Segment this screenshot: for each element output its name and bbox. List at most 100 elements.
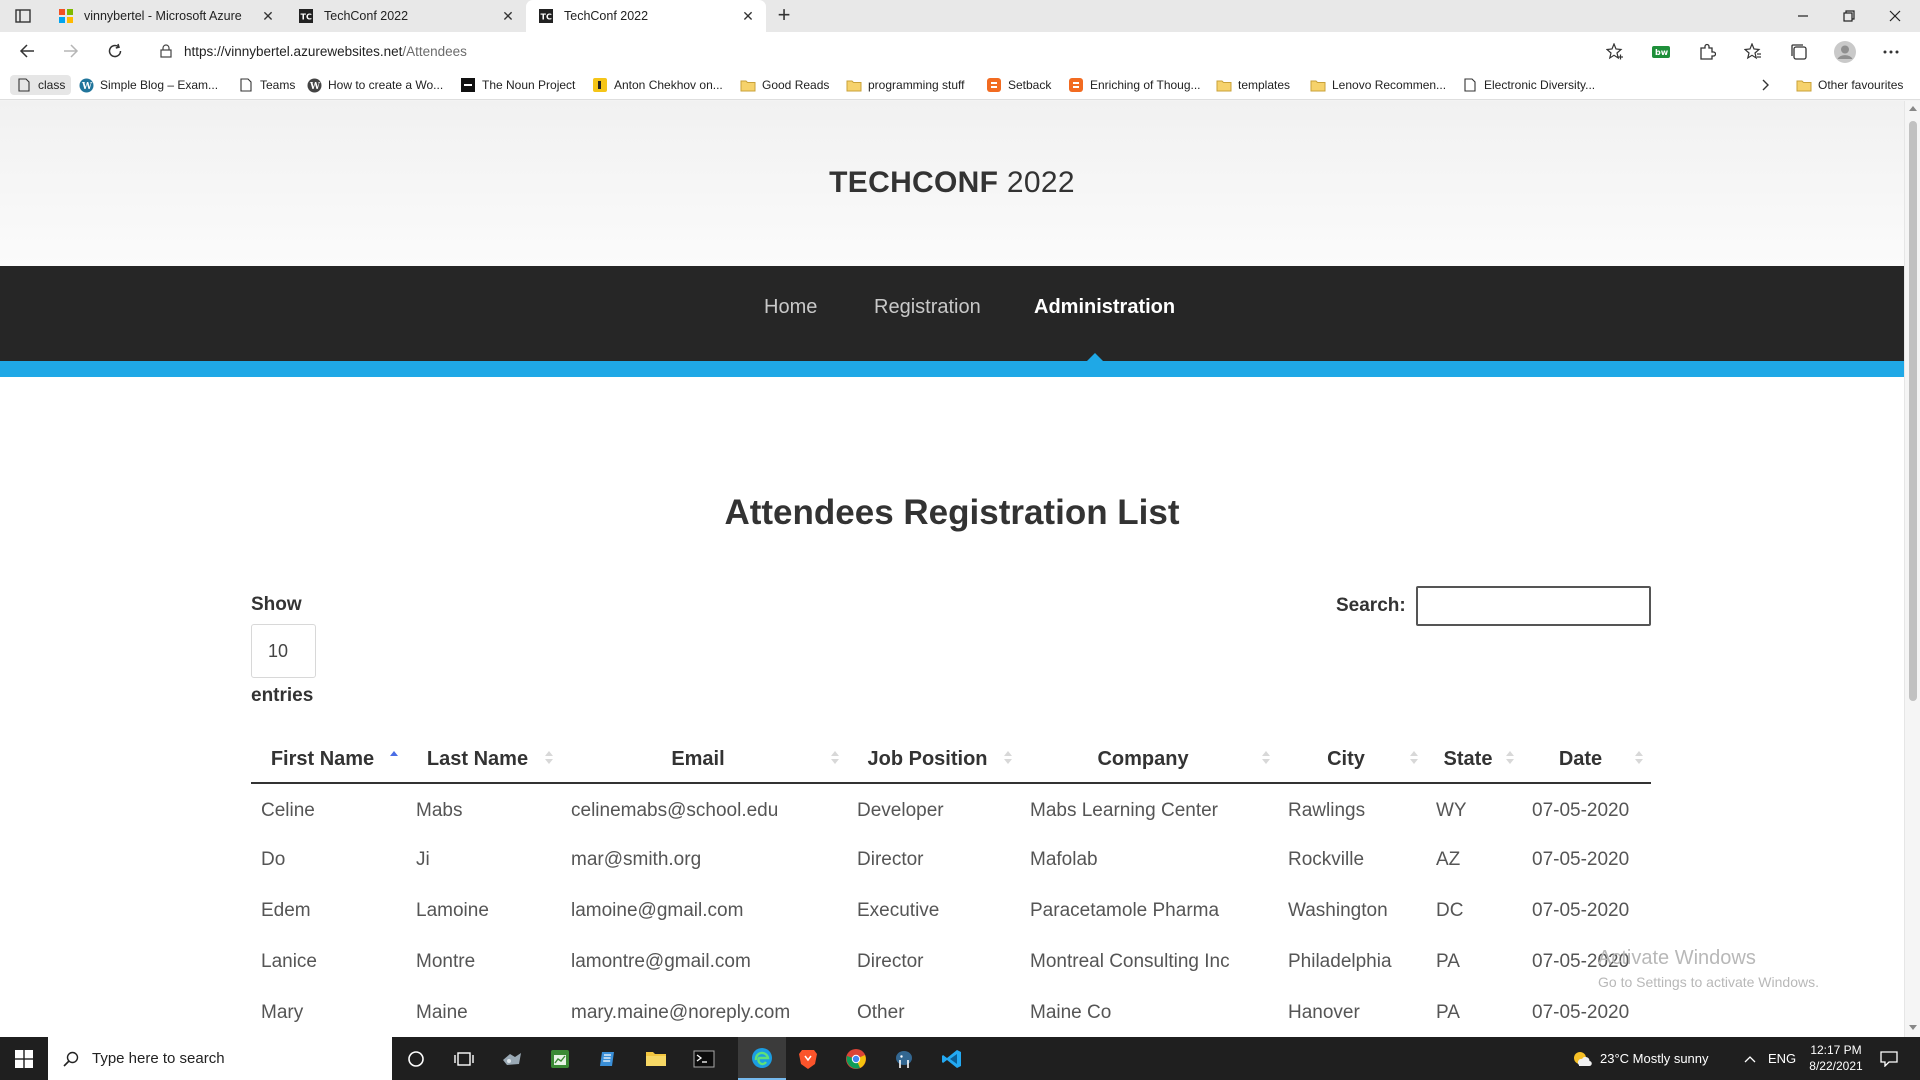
- search-input[interactable]: [1416, 586, 1651, 626]
- tab-techconf-active[interactable]: TC TechConf 2022 ✕: [526, 0, 766, 32]
- column-header-email[interactable]: Email: [561, 737, 847, 784]
- lock-icon[interactable]: [158, 43, 174, 59]
- bookmark-lenovo[interactable]: Lenovo Recommen...: [1310, 75, 1446, 95]
- bookmark-how-to-create[interactable]: W How to create a Wo...: [306, 75, 443, 95]
- tray-overflow-icon[interactable]: [1744, 1037, 1756, 1080]
- column-header-first-name[interactable]: First Name: [251, 737, 406, 784]
- nav-registration[interactable]: Registration: [874, 296, 981, 319]
- bookmark-anton-chekhov[interactable]: Anton Chekhov on...: [592, 75, 723, 95]
- bookmark-programming-stuff[interactable]: programming stuff: [846, 75, 965, 95]
- other-favourites[interactable]: Other favourites: [1796, 75, 1903, 95]
- restore-icon[interactable]: [1826, 0, 1872, 32]
- refresh-icon[interactable]: [102, 39, 128, 63]
- cell-company: Montreal Consulting Inc: [1030, 950, 1230, 972]
- bookmark-label: Setback: [1008, 78, 1052, 92]
- nav-accent-stripe: [0, 361, 1904, 377]
- collections-icon[interactable]: [1788, 41, 1810, 63]
- bookmark-teams[interactable]: Teams: [238, 75, 295, 95]
- favourites-icon[interactable]: [1742, 41, 1764, 63]
- bookmark-enriching[interactable]: Enriching of Thoug...: [1068, 75, 1201, 95]
- page-viewport: TECHCONF 2022 Home Registration Administ…: [0, 101, 1904, 1037]
- profile-avatar-icon[interactable]: [1834, 41, 1856, 63]
- bookmark-setback[interactable]: Setback: [986, 75, 1051, 95]
- postgres-app-icon[interactable]: [880, 1037, 928, 1080]
- bookmark-noun-project[interactable]: The Noun Project: [460, 75, 575, 95]
- tab-close-icon[interactable]: ✕: [500, 8, 516, 24]
- bookmark-simple-blog[interactable]: W Simple Blog – Exam...: [78, 75, 218, 95]
- language-indicator[interactable]: ENG: [1768, 1037, 1796, 1080]
- tab-techconf[interactable]: TC TechConf 2022 ✕: [286, 0, 526, 32]
- spreadsheet-app-icon[interactable]: [536, 1037, 584, 1080]
- column-header-state[interactable]: State: [1426, 737, 1522, 784]
- tab-title: TechConf 2022: [564, 9, 649, 23]
- folder-icon: [1796, 77, 1812, 93]
- nav-home[interactable]: Home: [764, 296, 817, 319]
- extensions-puzzle-icon[interactable]: [1696, 41, 1718, 63]
- table-row: Celine Mabs celinemabs@school.edu Develo…: [251, 783, 1651, 834]
- column-header-job-position[interactable]: Job Position: [847, 737, 1020, 784]
- scroll-up-icon[interactable]: [1909, 106, 1917, 111]
- taskbar-clock[interactable]: 12:17 PM 8/22/2021: [1800, 1042, 1872, 1074]
- tab-actions-icon[interactable]: [14, 7, 32, 25]
- cell-company: Mafolab: [1030, 848, 1098, 870]
- more-menu-icon[interactable]: [1880, 41, 1902, 63]
- bookmark-electronic-diversity[interactable]: Electronic Diversity...: [1462, 75, 1595, 95]
- nav-administration[interactable]: Administration: [1034, 296, 1175, 319]
- column-header-company[interactable]: Company: [1020, 737, 1278, 784]
- svg-text:W: W: [309, 82, 321, 92]
- weather-sun-icon: [1572, 1050, 1592, 1068]
- tab-close-icon[interactable]: ✕: [740, 8, 756, 24]
- forward-icon[interactable]: [58, 39, 84, 63]
- tab-close-icon[interactable]: ✕: [260, 8, 276, 24]
- tab-azure[interactable]: vinnybertel - Microsoft Azure ✕: [46, 0, 286, 32]
- cell-job-position: Director: [857, 848, 924, 870]
- vscode-app-icon[interactable]: [928, 1037, 976, 1080]
- address-bar[interactable]: https://vinnybertel.azurewebsites.net/At…: [144, 36, 1632, 66]
- page-title: Attendees Registration List: [724, 493, 1180, 532]
- table-row: Do Ji mar@smith.org Director Mafolab Roc…: [251, 834, 1651, 885]
- notifications-icon[interactable]: [1880, 1037, 1898, 1080]
- column-header-date[interactable]: Date: [1522, 737, 1651, 784]
- notes-app-icon[interactable]: [584, 1037, 632, 1080]
- page-scrollbar[interactable]: [1904, 101, 1920, 1037]
- sort-icon: [1410, 751, 1418, 765]
- column-label: Date: [1558, 748, 1603, 770]
- watermark-title: Activate Windows: [1598, 947, 1756, 969]
- close-window-icon[interactable]: [1872, 0, 1918, 32]
- new-tab-button[interactable]: +: [772, 4, 796, 28]
- add-favourite-icon[interactable]: [1604, 41, 1626, 63]
- extension-icon[interactable]: bw: [1650, 41, 1672, 63]
- bookmark-templates[interactable]: templates: [1216, 75, 1290, 95]
- windows-start-icon[interactable]: [0, 1037, 48, 1080]
- cortana-icon[interactable]: [392, 1037, 440, 1080]
- back-icon[interactable]: [14, 39, 40, 63]
- minimize-icon[interactable]: [1780, 0, 1826, 32]
- entries-select[interactable]: 10: [251, 624, 316, 678]
- bookmark-class[interactable]: class: [10, 75, 72, 95]
- bookmarks-overflow-icon[interactable]: [1760, 75, 1770, 95]
- edge-browser-icon[interactable]: [738, 1037, 786, 1080]
- explorer-app-icon[interactable]: [488, 1037, 536, 1080]
- weather-widget[interactable]: 23°C Mostly sunny: [1572, 1037, 1709, 1080]
- folder-icon: [740, 77, 756, 93]
- site-brand[interactable]: TECHCONF 2022: [0, 166, 1904, 200]
- taskbar-search-box[interactable]: Type here to search: [48, 1037, 392, 1080]
- brave-browser-icon[interactable]: [784, 1037, 832, 1080]
- page-icon: [16, 77, 32, 93]
- search-label: Search:: [1336, 595, 1406, 616]
- task-view-icon[interactable]: [440, 1037, 488, 1080]
- url-path: /Attendees: [402, 43, 467, 59]
- cell-city: Hanover: [1288, 1001, 1360, 1023]
- scrollbar-thumb[interactable]: [1909, 121, 1917, 701]
- column-header-city[interactable]: City: [1278, 737, 1426, 784]
- bookmark-label: Good Reads: [762, 78, 830, 92]
- chrome-browser-icon[interactable]: [832, 1037, 880, 1080]
- cell-date: 07-05-2020: [1532, 1001, 1630, 1023]
- cell-last-name: Lamoine: [416, 899, 489, 921]
- file-explorer-icon[interactable]: [632, 1037, 680, 1080]
- terminal-app-icon[interactable]: [680, 1037, 728, 1080]
- cell-state: WY: [1436, 800, 1467, 821]
- bookmark-good-reads[interactable]: Good Reads: [740, 75, 829, 95]
- scroll-down-icon[interactable]: [1909, 1025, 1917, 1030]
- column-header-last-name[interactable]: Last Name: [406, 737, 561, 784]
